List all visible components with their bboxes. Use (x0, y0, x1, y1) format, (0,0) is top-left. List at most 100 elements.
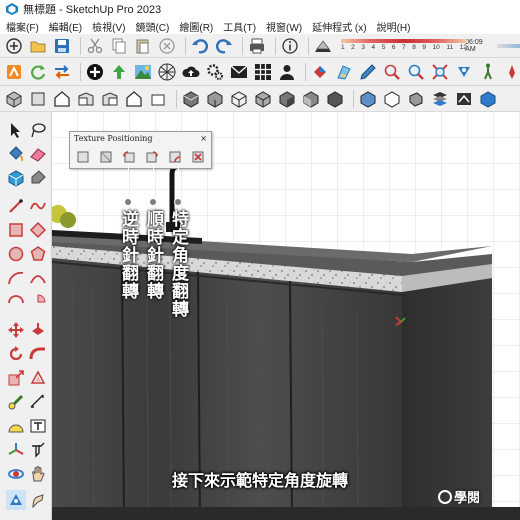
scale-tool-icon[interactable] (6, 368, 26, 388)
parallel-view-icon[interactable] (382, 89, 402, 109)
move-tool-icon[interactable] (6, 320, 26, 340)
layers-icon[interactable] (430, 89, 450, 109)
print-button[interactable] (247, 36, 267, 56)
rectangle-tool-icon[interactable] (6, 220, 26, 240)
dimension-tool-icon[interactable] (28, 392, 48, 412)
zoom-extents-icon[interactable] (382, 62, 402, 82)
user-icon[interactable] (277, 62, 297, 82)
model-viewport[interactable] (52, 112, 520, 520)
cut-button[interactable] (85, 36, 105, 56)
grid-icon[interactable] (253, 62, 273, 82)
menu-extensions[interactable]: 延伸程式 (x) (312, 19, 366, 34)
walk-icon[interactable] (478, 62, 498, 82)
component-tool-icon[interactable] (6, 168, 26, 188)
menu-file[interactable]: 檔案(F) (6, 19, 39, 34)
upload-icon[interactable] (109, 62, 129, 82)
freehand-tool-icon[interactable] (28, 196, 48, 216)
rotate-tool-icon[interactable] (6, 344, 26, 364)
select-tool-icon[interactable] (6, 120, 26, 140)
styles-icon[interactable] (454, 89, 474, 109)
look-around-icon[interactable] (502, 62, 520, 82)
pen-icon[interactable] (358, 62, 378, 82)
cloud-upload-icon[interactable] (181, 62, 201, 82)
perspective-view-icon[interactable] (406, 89, 426, 109)
shadow-time-slider[interactable] (496, 43, 520, 48)
axes-tool-icon[interactable] (6, 440, 26, 460)
menu-help[interactable]: 說明(H) (377, 19, 411, 34)
shadows-toggle-icon[interactable] (313, 36, 333, 56)
right-view-icon[interactable] (76, 89, 96, 109)
xray-style-icon[interactable] (181, 89, 201, 109)
protractor-tool-icon[interactable] (6, 416, 26, 436)
position-camera-icon[interactable] (454, 62, 474, 82)
orbit-view-icon[interactable] (358, 89, 378, 109)
iso-view-icon[interactable] (4, 89, 24, 109)
rotated-rectangle-icon[interactable] (28, 220, 48, 240)
refresh-icon[interactable] (28, 62, 48, 82)
components-icon[interactable] (478, 89, 498, 109)
circle-tool-icon[interactable] (6, 244, 26, 264)
paste-button[interactable] (133, 36, 153, 56)
bottom-view-icon[interactable] (148, 89, 168, 109)
new-file-button[interactable] (4, 36, 24, 56)
menu-draw[interactable]: 繪圖(R) (179, 19, 213, 34)
front-view-icon[interactable] (52, 89, 72, 109)
copy-button[interactable] (109, 36, 129, 56)
menu-view[interactable]: 檢視(V) (92, 19, 125, 34)
save-button[interactable] (52, 36, 72, 56)
checker-sphere-icon[interactable] (157, 62, 177, 82)
text-tool-icon[interactable] (28, 416, 48, 436)
eraser-icon[interactable] (28, 144, 48, 164)
redo-button[interactable] (214, 36, 234, 56)
arc-tool-icon[interactable] (6, 268, 26, 288)
polygon-tool-icon[interactable] (28, 244, 48, 264)
fit-texture-icon[interactable] (99, 150, 113, 165)
menu-edit[interactable]: 編輯(E) (49, 19, 82, 34)
two-point-arc-icon[interactable] (28, 268, 48, 288)
undo-button[interactable] (190, 36, 210, 56)
swap-icon[interactable] (52, 62, 72, 82)
monochrome-style-icon[interactable] (325, 89, 345, 109)
wireframe-style-icon[interactable] (229, 89, 249, 109)
shadow-date-slider[interactable]: 1 2 3 4 5 6 7 8 9 10 11 12 (341, 37, 467, 55)
menu-tools[interactable]: 工具(T) (223, 19, 256, 34)
tag-tool-icon[interactable] (28, 168, 48, 188)
texture-paint-icon[interactable] (334, 62, 354, 82)
push-pull-tool-icon[interactable] (28, 320, 48, 340)
3d-text-tool-icon[interactable] (28, 440, 48, 460)
texture-panel-close-button[interactable]: × (200, 134, 207, 143)
menu-camera[interactable]: 鏡頭(C) (135, 19, 169, 34)
rotate-ccw-icon[interactable] (122, 150, 136, 165)
hidden-line-style-icon[interactable] (253, 89, 273, 109)
zoom-window-icon[interactable] (406, 62, 426, 82)
settings-gears-icon[interactable] (205, 62, 225, 82)
erase-button[interactable] (157, 36, 177, 56)
terrain-icon[interactable] (133, 62, 153, 82)
pie-tool-icon[interactable] (28, 292, 48, 312)
left-view-icon[interactable] (124, 89, 144, 109)
walk-tool-icon[interactable] (28, 490, 48, 510)
menu-window[interactable]: 視窗(W) (266, 19, 302, 34)
extension-warehouse-icon[interactable] (4, 62, 24, 82)
rotate-cw-icon[interactable] (145, 150, 159, 165)
paint-bucket-icon[interactable] (6, 144, 26, 164)
mail-icon[interactable] (229, 62, 249, 82)
lasso-select-icon[interactable] (28, 120, 48, 140)
orbit-select-icon[interactable] (310, 62, 330, 82)
three-point-arc-icon[interactable] (6, 292, 26, 312)
reset-texture-icon[interactable] (76, 150, 90, 165)
rotate-angle-icon[interactable] (168, 150, 182, 165)
tape-measure-tool-icon[interactable] (6, 392, 26, 412)
model-info-button[interactable] (280, 36, 300, 56)
back-view-icon[interactable] (100, 89, 120, 109)
back-edges-style-icon[interactable] (205, 89, 225, 109)
shaded-style-icon[interactable] (277, 89, 297, 109)
flip-texture-icon[interactable] (191, 150, 205, 165)
line-tool-icon[interactable] (6, 196, 26, 216)
follow-me-tool-icon[interactable] (28, 344, 48, 364)
add-icon[interactable] (85, 62, 105, 82)
position-texture-tool-icon[interactable] (6, 490, 26, 510)
offset-tool-icon[interactable] (28, 368, 48, 388)
top-view-icon[interactable] (28, 89, 48, 109)
zoom-fit-icon[interactable] (430, 62, 450, 82)
